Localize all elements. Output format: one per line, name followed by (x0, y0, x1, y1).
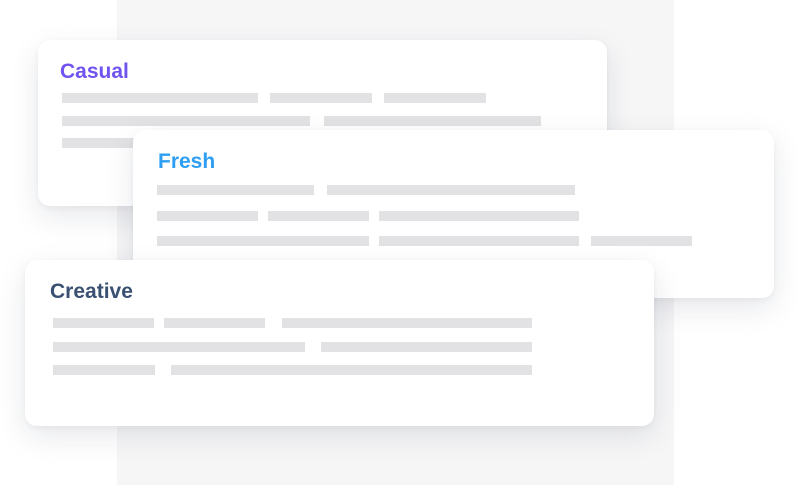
placeholder-line (268, 211, 369, 221)
fresh-card-title: Fresh (158, 150, 216, 173)
placeholder-line (53, 318, 154, 328)
placeholder-line (379, 211, 579, 221)
placeholder-line (384, 93, 486, 103)
placeholder-line (62, 93, 258, 103)
placeholder-line (379, 236, 579, 246)
creative-card-title: Creative (50, 280, 133, 303)
placeholder-line (327, 185, 575, 195)
placeholder-line (270, 93, 372, 103)
placeholder-line (171, 365, 532, 375)
placeholder-line (157, 211, 258, 221)
placeholder-line (321, 342, 532, 352)
placeholder-line (157, 185, 314, 195)
placeholder-line (157, 236, 369, 246)
placeholder-line (62, 138, 142, 148)
placeholder-line (591, 236, 692, 246)
placeholder-line (164, 318, 265, 328)
placeholder-line (53, 365, 155, 375)
creative-style-card[interactable]: Creative (25, 260, 654, 426)
casual-card-title: Casual (60, 60, 129, 83)
placeholder-line (53, 342, 305, 352)
placeholder-line (324, 116, 541, 126)
placeholder-line (62, 116, 310, 126)
placeholder-line (282, 318, 532, 328)
